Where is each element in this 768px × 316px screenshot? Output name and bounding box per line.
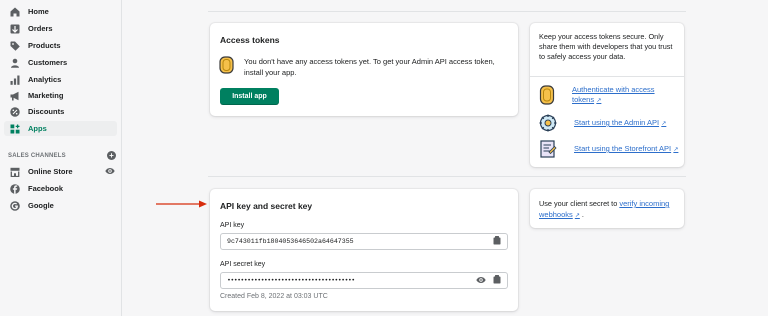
sidebar-item-label: Home [28,7,49,16]
api-secret-key-field[interactable]: •••••••••••••••••••••••••••••••••••••• [220,272,508,289]
sales-channels-header: SALES CHANNELS + [8,151,116,160]
gear-cluster-icon [539,114,559,134]
sidebar-item-label: Analytics [28,75,62,84]
resource-admin-api: Start using the Admin API ↗ [539,114,666,134]
external-link-icon: ↗ [673,147,679,153]
authenticate-link[interactable]: Authenticate with access tokens [572,85,655,104]
install-app-button[interactable]: Install app [220,88,279,105]
sidebar-nav: Home Orders Products Customers Analytics… [0,0,122,316]
storefront-api-link[interactable]: Start using the Storefront API [574,144,671,153]
access-tokens-card: Access tokens You don't have any access … [210,23,518,116]
api-keys-title: API key and secret key [220,201,313,211]
resource-storefront-api: Start using the Storefront API ↗ [539,140,678,160]
sidebar-item-products[interactable]: Products [4,38,117,53]
sidebar-item-analytics[interactable]: Analytics [4,72,117,87]
sidebar-item-label: Facebook [28,184,64,193]
sidebar-item-label: Online Store [28,167,73,176]
sidebar-item-label: Google [28,201,54,210]
discount-icon [10,106,20,117]
token-icon [219,56,234,76]
eye-icon[interactable] [476,276,486,286]
access-tokens-message: You don't have any access tokens yet. To… [244,57,495,77]
api-key-label: API key [220,222,245,229]
sidebar-item-label: Customers [28,58,68,67]
sidebar-item-customers[interactable]: Customers [4,55,117,70]
api-key-value: 9c743011fb1804053646502a64647355 [227,238,354,245]
webhook-tip-card: Use your client secret to verify incomin… [530,189,684,228]
google-icon [10,200,20,211]
section-divider [208,11,686,12]
copy-icon[interactable] [493,236,501,247]
sidebar-item-facebook[interactable]: Facebook [4,181,117,196]
section-divider [208,176,686,177]
token-icon [539,85,559,105]
external-link-icon: ↗ [661,121,667,127]
annotation-arrow-icon [156,200,207,208]
api-key-field[interactable]: 9c743011fb1804053646502a64647355 [220,233,508,250]
sidebar-item-home[interactable]: Home [4,4,117,19]
sidebar-item-label: Orders [28,24,53,33]
sidebar-item-online-store[interactable]: Online Store [4,164,117,179]
webhook-tip-suffix: . [579,210,584,219]
megaphone-icon [10,91,20,101]
api-keys-card: API key and secret key API key 9c743011f… [210,189,518,311]
sidebar-item-apps[interactable]: Apps [4,121,117,136]
access-tokens-tips-card: Keep your access tokens secure. Only sha… [530,23,684,167]
analytics-icon [10,75,20,85]
copy-icon[interactable] [493,275,501,286]
tag-icon [10,41,20,51]
sidebar-item-label: Apps [28,124,47,133]
tips-divider [530,76,684,77]
sidebar-item-marketing[interactable]: Marketing [4,88,117,103]
sales-channels-label: SALES CHANNELS [8,152,66,159]
orders-icon [10,24,20,34]
sidebar-item-label: Products [28,41,61,50]
sidebar-item-label: Discounts [28,107,65,116]
webhook-tip-prefix: Use your client secret to [539,199,620,208]
sidebar-item-label: Marketing [28,91,64,100]
webhook-tip-text: Use your client secret to verify incomin… [539,198,679,222]
resource-authenticate: Authenticate with access tokens ↗ [539,85,662,106]
facebook-icon [10,183,20,194]
created-timestamp: Created Feb 8, 2022 at 03:03 UTC [220,293,328,300]
store-icon [10,167,20,177]
storefront-doc-icon [539,140,559,160]
api-secret-key-label: API secret key [220,261,266,268]
tips-text: Keep your access tokens secure. Only sha… [539,32,673,61]
admin-api-link[interactable]: Start using the Admin API [574,118,659,127]
sidebar-item-discounts[interactable]: Discounts [4,104,117,119]
apps-icon [10,124,20,134]
person-icon [10,58,20,68]
sidebar-item-orders[interactable]: Orders [4,21,117,36]
external-link-icon: ↗ [596,98,602,104]
eye-icon[interactable] [105,167,115,177]
sidebar-item-google[interactable]: Google [4,198,117,213]
home-icon [10,7,20,17]
access-tokens-title: Access tokens [220,35,280,45]
api-secret-key-value: •••••••••••••••••••••••••••••••••••••• [227,277,355,284]
add-channel-icon[interactable]: + [107,151,116,160]
